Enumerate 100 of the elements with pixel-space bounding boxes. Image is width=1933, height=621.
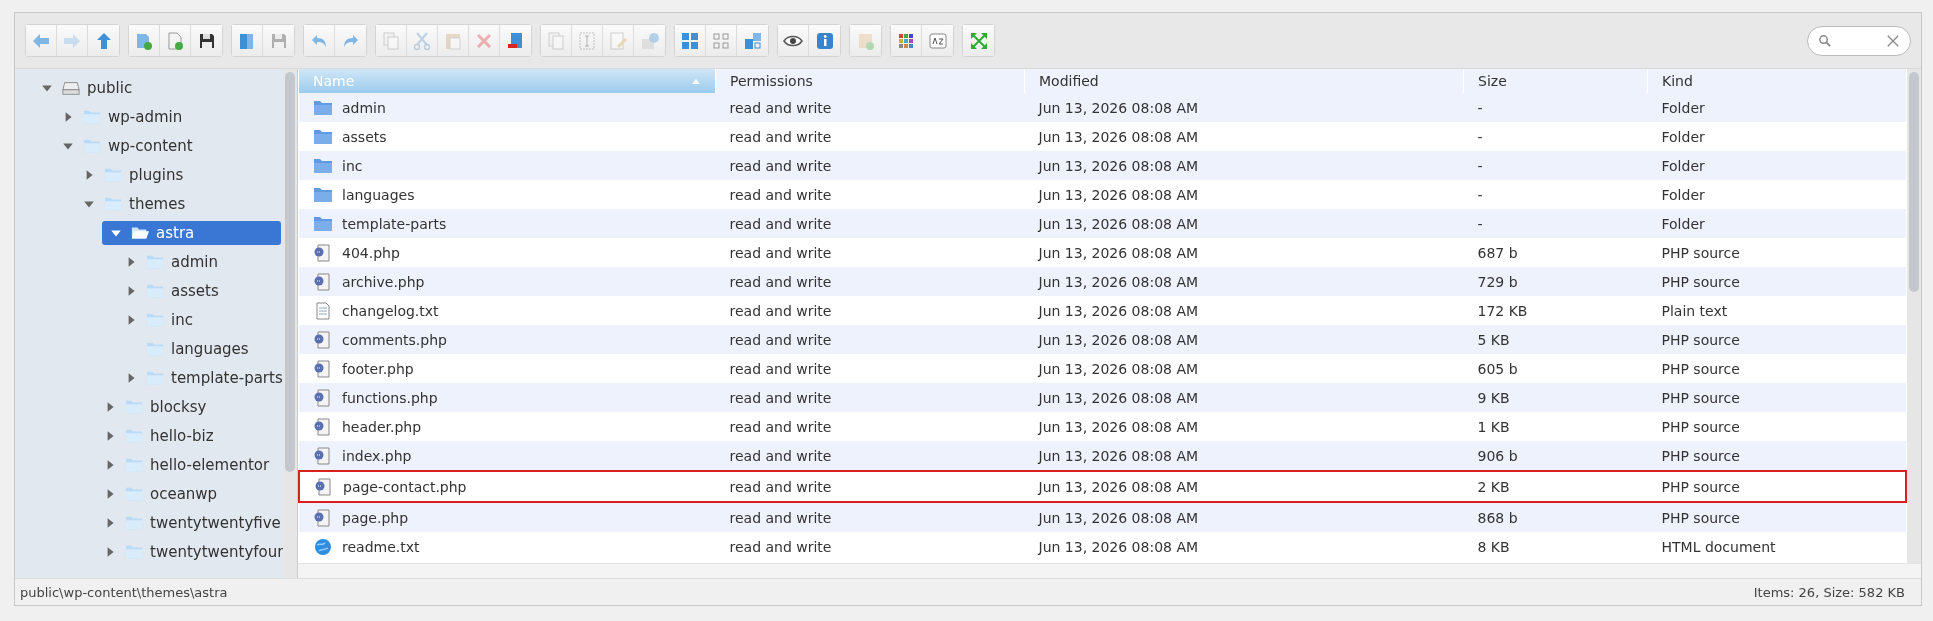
table-row[interactable]: page-contact.php read and write Jun 13, 2026 08:08 AM 2 KB PHP source (299, 471, 1906, 502)
up-button[interactable] (88, 25, 119, 56)
table-row[interactable]: 404.php read and write Jun 13, 2026 08:08 AM 687 b PHP source (299, 238, 1906, 267)
table-cell: PHP source (1647, 412, 1906, 441)
redo-button[interactable] (335, 25, 366, 56)
tree-item[interactable]: wp-content (76, 133, 281, 158)
table-cell: 906 b (1463, 441, 1648, 471)
clear-button[interactable] (1886, 33, 1900, 48)
disk-button[interactable] (191, 25, 222, 56)
search-icon (1818, 34, 1831, 47)
table-row[interactable]: assets read and write Jun 13, 2026 08:08 AM - Folder (299, 122, 1906, 151)
file-name: inc (342, 157, 363, 174)
table-cell: read and write (715, 412, 1025, 441)
tree-item[interactable]: wp-admin (76, 104, 281, 129)
close-icon (1886, 33, 1900, 48)
view-small-button[interactable] (706, 25, 737, 56)
tree-item[interactable]: template-parts (139, 365, 283, 390)
table-row[interactable]: footer.php read and write Jun 13, 2026 08:08 AM 605 b PHP source (299, 354, 1906, 383)
table-cell: Plain text (1647, 296, 1906, 325)
script-file-icon (314, 476, 334, 497)
tree-item[interactable]: admin (139, 249, 281, 274)
table-cell: read and write (715, 296, 1025, 325)
fullscreen-button[interactable] (963, 25, 994, 56)
table-row[interactable]: header.php read and write Jun 13, 2026 08:08 AM 1 KB PHP source (299, 412, 1906, 441)
table-cell: read and write (715, 209, 1025, 238)
table-row[interactable]: functions.php read and write Jun 13, 2026 08:08 AM 9 KB PHP source (299, 383, 1906, 412)
table-cell: Jun 13, 2026 08:08 AM (1024, 267, 1464, 296)
tree-item[interactable]: blocksy (118, 394, 281, 419)
table-cell: 1 KB (1463, 412, 1648, 441)
file-name: footer.php (342, 360, 414, 377)
table-cell: PHP source (1647, 238, 1906, 267)
new-folder-button[interactable] (129, 25, 160, 56)
table-row[interactable]: archive.php read and write Jun 13, 2026 08:08 AM 729 b PHP source (299, 267, 1906, 296)
table-cell: read and write (715, 471, 1025, 502)
scrollbar[interactable] (283, 69, 297, 578)
table-cell: Jun 13, 2026 08:08 AM (1024, 296, 1464, 325)
tree-item[interactable]: themes (97, 191, 281, 216)
column-header[interactable]: Permissions (715, 69, 1025, 93)
tree-item[interactable]: inc (139, 307, 281, 332)
path-text: public\wp-content\themes\astra (20, 584, 228, 600)
script-file-icon (313, 358, 333, 379)
grid-icon (680, 30, 700, 51)
table-cell: PHP source (1647, 325, 1906, 354)
table-cell: read and write (715, 532, 1025, 561)
file-plus-icon (165, 30, 185, 51)
table-row[interactable]: admin read and write Jun 13, 2026 08:08 AM - Folder (299, 93, 1906, 122)
tree-item[interactable]: assets (139, 278, 281, 303)
script-file-icon (313, 445, 333, 466)
dots-button[interactable] (891, 25, 922, 56)
table-cell: PHP source (1647, 354, 1906, 383)
table-cell: PHP source (1647, 441, 1906, 471)
sort-button[interactable] (922, 25, 953, 56)
tree-item[interactable]: hello-biz (118, 423, 281, 448)
back-button[interactable] (26, 25, 57, 56)
scrollbar[interactable] (298, 563, 1921, 578)
table-row[interactable]: changelog.txt read and write Jun 13, 2026 08:08 AM 172 KB Plain text (299, 296, 1906, 325)
table-cell: read and write (715, 383, 1025, 412)
column-header[interactable]: Modified (1024, 69, 1464, 93)
file-name: page.php (342, 509, 409, 526)
table-cell: read and write (715, 151, 1025, 180)
search-field[interactable] (1807, 25, 1911, 56)
table-row[interactable]: index.php read and write Jun 13, 2026 08:08 AM 906 b PHP source (299, 441, 1906, 471)
preview-button[interactable] (778, 25, 809, 56)
table-row[interactable]: languages read and write Jun 13, 2026 08:08 AM - Folder (299, 180, 1906, 209)
tree-item[interactable]: astra (102, 220, 281, 245)
trash-button[interactable] (500, 25, 531, 56)
copy-icon (381, 30, 401, 51)
table-cell: Jun 13, 2026 08:08 AM (1024, 412, 1464, 441)
column-header[interactable]: Kind (1647, 69, 1906, 93)
file-name: header.php (342, 418, 422, 435)
table-cell: Jun 13, 2026 08:08 AM (1024, 151, 1464, 180)
table-cell: Jun 13, 2026 08:08 AM (1024, 441, 1464, 471)
table-cell: PHP source (1647, 502, 1906, 532)
column-header[interactable]: Size (1463, 69, 1648, 93)
tree-item[interactable]: twentytwentyfour (118, 539, 283, 564)
scrollbar[interactable] (1907, 69, 1921, 563)
file-name: admin (342, 99, 386, 116)
table-cell: Folder (1647, 151, 1906, 180)
table-row[interactable]: inc read and write Jun 13, 2026 08:08 AM - Folder (299, 151, 1906, 180)
table-cell: read and write (715, 502, 1025, 532)
table-cell: Jun 13, 2026 08:08 AM (1024, 93, 1464, 122)
info-button[interactable] (809, 25, 840, 56)
table-cell: PHP source (1647, 471, 1906, 502)
table-row[interactable]: template-parts read and write Jun 13, 2026 08:08 AM - Folder (299, 209, 1906, 238)
tree-item[interactable]: plugins (97, 162, 281, 187)
table-row[interactable]: page.php read and write Jun 13, 2026 08:08 AM 868 b PHP source (299, 502, 1906, 532)
tree-item[interactable]: public (55, 75, 281, 100)
tree-item[interactable]: twentytwentyfive (118, 510, 283, 535)
undo-button[interactable] (304, 25, 335, 56)
table-row[interactable]: readme.txt read and write Jun 13, 2026 08:08 AM 8 KB HTML document (299, 532, 1906, 561)
view-mixed-button[interactable] (737, 25, 768, 56)
tree-item[interactable]: languages (139, 336, 281, 361)
table-row[interactable]: comments.php read and write Jun 13, 2026 08:08 AM 5 KB PHP source (299, 325, 1906, 354)
view-large-button[interactable] (675, 25, 706, 56)
tree-item[interactable]: hello-elementor (118, 452, 281, 477)
tree-item[interactable]: oceanwp (118, 481, 281, 506)
book-button[interactable] (232, 25, 263, 56)
info-icon (814, 30, 835, 51)
table-cell: Folder (1647, 209, 1906, 238)
table-cell: HTML document (1647, 532, 1906, 561)
